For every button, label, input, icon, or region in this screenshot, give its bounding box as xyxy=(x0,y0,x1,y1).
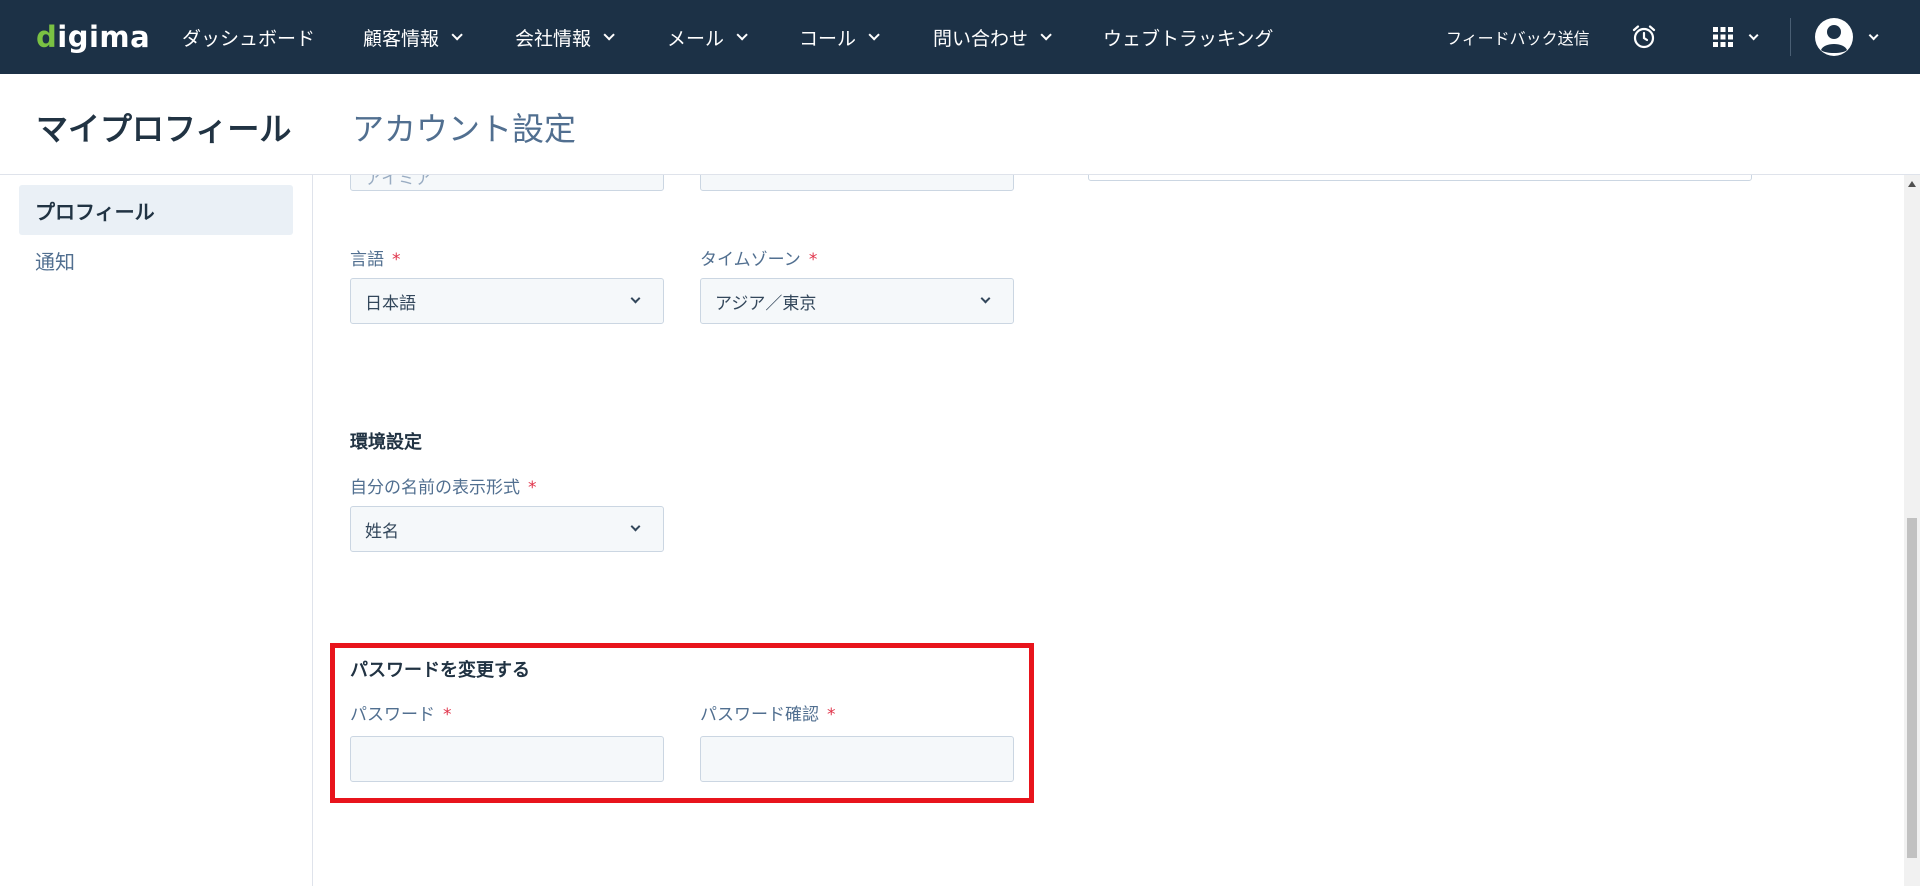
timezone-label: タイムゾーン * xyxy=(700,245,817,270)
chevron-down-icon xyxy=(451,29,463,41)
digima-logo[interactable]: d igima xyxy=(36,18,150,56)
nav-item-web-tracking[interactable]: ウェブトラッキング xyxy=(1103,0,1273,74)
alarm-button[interactable] xyxy=(1630,0,1658,74)
nav-item-companies[interactable]: 会社情報 xyxy=(515,0,615,74)
sidebar-item-label: 通知 xyxy=(35,249,75,274)
tab-account-settings[interactable]: アカウント設定 xyxy=(352,104,576,150)
sidebar-item-label: プロフィール xyxy=(35,199,155,224)
feedback-link[interactable]: フィードバック送信 xyxy=(1446,0,1590,74)
language-label: 言語 * xyxy=(350,245,401,270)
nav-item-label: ダッシュボード xyxy=(182,27,316,50)
language-select[interactable]: 日本語 xyxy=(350,278,664,324)
nav-item-label: 顧客情報 xyxy=(363,27,440,50)
name-format-select[interactable]: 姓名 xyxy=(350,506,664,552)
page-title: マイプロフィール xyxy=(36,110,292,148)
sidebar-item-profile[interactable]: プロフィール xyxy=(19,185,293,235)
chevron-down-icon xyxy=(630,521,641,532)
chevron-down-icon xyxy=(630,293,641,304)
name-format-label-text: 自分の名前の表示形式 xyxy=(350,478,520,498)
nav-item-customers[interactable]: 顧客情報 xyxy=(363,0,463,74)
sidebar-item-notifications[interactable]: 通知 xyxy=(19,235,293,285)
required-mark: * xyxy=(808,250,818,270)
nav-item-call[interactable]: コール xyxy=(799,0,880,74)
name-format-label: 自分の名前の表示形式 * xyxy=(350,473,537,498)
partial-field-value: アイミア xyxy=(365,175,433,189)
scroll-up-arrow-icon[interactable] xyxy=(1908,181,1916,187)
chevron-down-icon xyxy=(1748,29,1759,40)
timezone-select[interactable]: アジア／東京 xyxy=(700,278,1014,324)
chevron-down-icon xyxy=(980,293,991,304)
chevron-down-icon xyxy=(736,29,748,41)
vertical-scrollbar[interactable] xyxy=(1904,175,1920,886)
required-mark: * xyxy=(392,250,401,270)
chevron-down-icon xyxy=(868,29,880,41)
nav-item-mail[interactable]: メール xyxy=(667,0,748,74)
settings-sidebar: プロフィール 通知 xyxy=(0,175,313,886)
language-value: 日本語 xyxy=(365,293,416,314)
nav-item-label: 問い合わせ xyxy=(933,27,1029,50)
user-avatar-icon xyxy=(1815,18,1853,56)
chevron-down-icon xyxy=(603,29,615,41)
highlight-annotation-box xyxy=(330,643,1034,803)
partial-text-field[interactable] xyxy=(700,175,1014,191)
nav-item-label: メール xyxy=(667,27,725,50)
name-format-value: 姓名 xyxy=(365,521,399,542)
alarm-clock-icon xyxy=(1632,25,1656,49)
nav-item-label: ウェブトラッキング xyxy=(1103,27,1274,50)
feedback-label: フィードバック送信 xyxy=(1446,29,1590,48)
scrollbar-thumb[interactable] xyxy=(1907,518,1917,858)
partial-field[interactable] xyxy=(1088,175,1752,181)
logo-text: igima xyxy=(57,20,151,54)
language-label-text: 言語 xyxy=(350,250,384,270)
nav-item-label: コール xyxy=(799,27,857,50)
partial-text-field[interactable]: アイミア xyxy=(350,175,664,191)
chevron-down-icon xyxy=(1868,29,1879,40)
nav-item-dashboard[interactable]: ダッシュボード xyxy=(182,0,315,74)
apps-grid-icon xyxy=(1713,27,1733,47)
required-mark: * xyxy=(528,478,537,498)
chevron-down-icon xyxy=(1040,29,1052,41)
nav-item-inquiries[interactable]: 問い合わせ xyxy=(933,0,1052,74)
timezone-value: アジア／東京 xyxy=(715,293,817,314)
logo-letter-d: d xyxy=(36,20,58,54)
timezone-label-text: タイムゾーン xyxy=(700,250,801,270)
nav-divider xyxy=(1790,18,1791,56)
preferences-section-title: 環境設定 xyxy=(350,432,422,453)
top-navigation-bar: d igima ダッシュボード 顧客情報 会社情報 メール コール 問い合わせ ウ… xyxy=(0,0,1920,74)
nav-item-label: 会社情報 xyxy=(515,27,592,50)
user-menu-button[interactable] xyxy=(1814,0,1884,74)
page-header: マイプロフィール アカウント設定 xyxy=(0,74,1920,175)
apps-menu-button[interactable] xyxy=(1712,0,1768,74)
